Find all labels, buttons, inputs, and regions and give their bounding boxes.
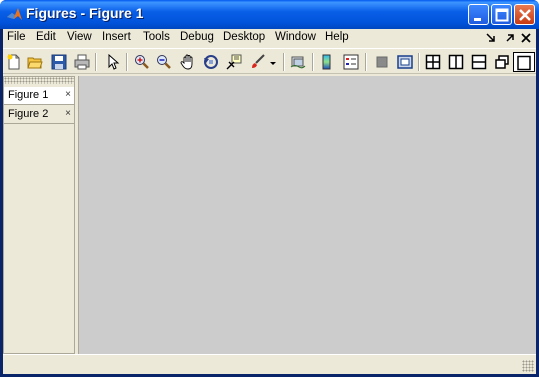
show-plot-tools-icon xyxy=(397,55,413,69)
maximize-icon xyxy=(495,8,509,22)
zoom-in-button[interactable] xyxy=(132,52,152,72)
tile-2x2-button[interactable] xyxy=(423,52,443,72)
figure-canvas[interactable] xyxy=(78,76,536,354)
pan-button[interactable] xyxy=(178,52,198,72)
status-bar xyxy=(3,354,536,374)
data-cursor-button[interactable] xyxy=(224,52,244,72)
close-button[interactable] xyxy=(514,4,535,25)
data-cursor-icon xyxy=(226,54,242,70)
zoom-out-icon xyxy=(157,55,171,69)
close-icon[interactable]: × xyxy=(65,108,71,119)
menu-desktop[interactable]: Desktop xyxy=(223,31,265,43)
menu-help[interactable]: Help xyxy=(325,31,349,43)
maximize-figure-icon xyxy=(517,55,531,71)
brush-icon xyxy=(252,54,265,68)
new-figure-icon xyxy=(7,54,20,70)
close-icon xyxy=(519,9,531,21)
tile-top-bottom-button[interactable] xyxy=(469,52,489,72)
save-button[interactable] xyxy=(49,52,69,72)
print-button[interactable] xyxy=(72,52,92,72)
show-plot-tools-button[interactable] xyxy=(395,52,415,72)
link-plot-button[interactable] xyxy=(288,52,308,72)
menu-debug[interactable]: Debug xyxy=(180,31,214,43)
close-icon[interactable]: × xyxy=(65,89,71,100)
menu-insert[interactable]: Insert xyxy=(102,31,131,43)
matlab-logo-icon xyxy=(7,8,22,20)
undock-icon[interactable] xyxy=(503,31,517,45)
brush-button[interactable] xyxy=(248,52,268,72)
brush-dropdown-icon xyxy=(270,62,276,65)
tile-left-right-icon xyxy=(448,54,464,70)
float-icon xyxy=(495,55,509,69)
new-figure-button[interactable] xyxy=(4,52,24,72)
toolbar-separator xyxy=(418,53,420,71)
menu-view[interactable]: View xyxy=(67,31,92,43)
save-icon xyxy=(51,54,67,70)
toolbar-separator xyxy=(126,53,128,71)
toolbar-separator xyxy=(283,53,285,71)
hide-plot-tools-icon xyxy=(376,56,388,68)
minimize-button[interactable] xyxy=(468,4,489,25)
pan-hand-icon xyxy=(180,54,193,70)
window-title: Figures - Figure 1 xyxy=(26,5,144,21)
menu-bar: File Edit View Insert Tools Debug Deskto… xyxy=(3,29,536,48)
open-file-icon xyxy=(27,57,43,69)
zoom-in-icon xyxy=(135,55,149,69)
document-bar-grip[interactable] xyxy=(4,77,74,84)
resize-grip[interactable] xyxy=(522,360,534,372)
window-frame: File Edit View Insert Tools Debug Deskto… xyxy=(3,29,536,374)
tile-top-bottom-icon xyxy=(471,54,487,70)
edit-plot-arrow-icon xyxy=(108,54,120,70)
toolbar-separator xyxy=(365,53,367,71)
menu-window[interactable]: Window xyxy=(275,31,316,43)
zoom-out-button[interactable] xyxy=(154,52,174,72)
document-tab-figure-2[interactable]: Figure 2 × xyxy=(4,106,74,124)
minimize-icon xyxy=(474,18,481,21)
toolbar-separator xyxy=(95,53,97,71)
hide-plot-tools-button[interactable] xyxy=(372,52,392,72)
open-file-button[interactable] xyxy=(25,52,45,72)
menu-file[interactable]: File xyxy=(7,31,26,43)
document-tab-label: Figure 1 xyxy=(8,89,49,101)
tile-2x2-icon xyxy=(425,54,441,70)
legend-button[interactable] xyxy=(341,52,361,72)
toolbar-separator xyxy=(312,53,314,71)
float-button[interactable] xyxy=(492,52,512,72)
maximize-figure-button[interactable] xyxy=(513,52,535,72)
colorbar-button[interactable] xyxy=(317,52,337,72)
figure-toolbar xyxy=(3,48,536,74)
document-tab-label: Figure 2 xyxy=(8,108,49,120)
edit-plot-button[interactable] xyxy=(103,52,123,72)
menu-edit[interactable]: Edit xyxy=(36,31,56,43)
colorbar-icon xyxy=(322,54,331,70)
maximize-button[interactable] xyxy=(491,4,512,25)
menu-tools[interactable]: Tools xyxy=(143,31,170,43)
document-tab-figure-1[interactable]: Figure 1 × xyxy=(4,87,74,105)
figures-window: Figures - Figure 1 File Edit View Insert… xyxy=(0,0,539,377)
dock-arrow-icon[interactable] xyxy=(484,31,498,45)
tile-left-right-button[interactable] xyxy=(446,52,466,72)
title-bar[interactable]: Figures - Figure 1 xyxy=(0,0,539,29)
print-icon xyxy=(74,54,90,70)
rotate-3d-icon xyxy=(204,55,218,69)
link-plot-icon xyxy=(290,56,306,69)
close-icon[interactable] xyxy=(519,31,533,45)
document-bar: Figure 1 × Figure 2 × xyxy=(3,76,75,354)
brush-dropdown-button[interactable] xyxy=(267,52,277,72)
legend-icon xyxy=(343,54,359,70)
rotate-3d-button[interactable] xyxy=(201,52,221,72)
